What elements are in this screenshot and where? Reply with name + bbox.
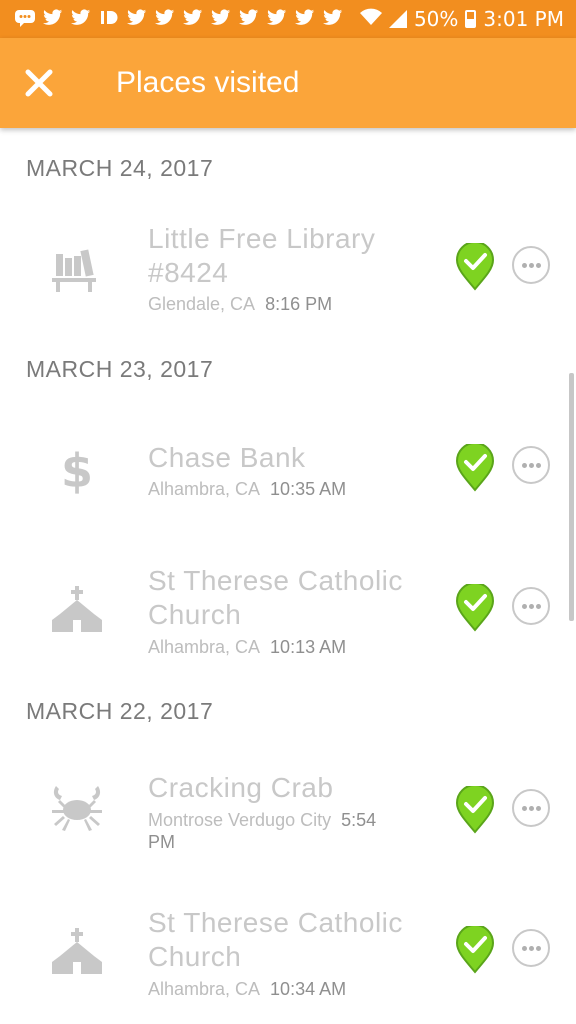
place-name-line2: Church (148, 941, 242, 972)
place-time: 5:54 (341, 810, 377, 830)
visited-check-icon[interactable] (455, 444, 495, 492)
place-meta: Alhambra, CA 10:35 AM (148, 478, 438, 500)
place-name: Chase Bank (148, 441, 438, 475)
place-name: St Therese Catholic Church (148, 564, 438, 632)
place-name: St Therese Catholic Church (148, 906, 438, 974)
place-name-line1: St Therese Catholic (148, 565, 403, 596)
date-header: MARCH 23, 2017 (26, 356, 214, 382)
notification-icons (14, 8, 344, 30)
place-meta: Alhambra, CA 10:34 AM (148, 978, 438, 1000)
twitter-icon (154, 9, 176, 29)
more-options-button[interactable] (512, 446, 550, 484)
place-time-line2: PM (148, 832, 175, 852)
place-meta: Alhambra, CA 10:13 AM (148, 636, 438, 658)
twitter-icon (126, 9, 148, 29)
twitter-icon (238, 9, 260, 29)
place-city: Alhambra, CA (148, 479, 261, 499)
message-icon (14, 9, 36, 29)
place-time: 8:16 PM (265, 294, 333, 314)
twitter-icon (294, 9, 316, 29)
visited-check-icon[interactable] (455, 584, 495, 632)
place-time: 10:34 AM (270, 979, 347, 999)
more-options-button[interactable] (512, 929, 550, 967)
twitter-icon (266, 9, 288, 29)
place-name-line1: Chase Bank (148, 442, 306, 473)
battery-icon (465, 10, 477, 28)
visited-check-icon[interactable] (455, 786, 495, 834)
visited-check-icon[interactable] (455, 243, 495, 291)
close-icon (25, 69, 53, 97)
twitter-icon (42, 9, 64, 29)
place-name-line1: Cracking Crab (148, 772, 334, 803)
place-time: 10:13 AM (270, 637, 347, 657)
twitter-icon (322, 9, 344, 29)
id-icon (98, 9, 120, 29)
place-meta: Glendale, CA 8:16 PM (148, 293, 438, 315)
clock: 3:01 PM (483, 7, 564, 31)
twitter-icon (210, 9, 232, 29)
place-city: Alhambra, CA (148, 979, 261, 999)
status-bar: 50% 3:01 PM (0, 0, 576, 38)
place-city: Glendale, CA (148, 294, 256, 314)
app-bar: Places visited (0, 38, 576, 128)
place-name-line2: #8424 (148, 257, 229, 288)
scrollbar[interactable] (569, 373, 574, 621)
place-name-line2: Church (148, 599, 242, 630)
battery-percent: 50% (413, 7, 459, 31)
church-icon (52, 586, 102, 632)
date-header: MARCH 22, 2017 (26, 698, 214, 724)
place-time: 10:35 AM (270, 479, 347, 499)
signal-icon (388, 10, 407, 28)
dollar-icon: $ (61, 444, 93, 497)
twitter-icon (70, 9, 92, 29)
place-city: Alhambra, CA (148, 637, 261, 657)
wifi-icon (359, 7, 382, 31)
place-meta: Montrose Verdugo City 5:54 PM (148, 809, 438, 853)
more-options-button[interactable] (512, 789, 550, 827)
place-name-line1: Little Free Library (148, 223, 376, 254)
date-header: MARCH 24, 2017 (26, 155, 214, 181)
place-name: Cracking Crab (148, 771, 438, 805)
place-city: Montrose Verdugo City (148, 810, 332, 830)
place-name: Little Free Library #8424 (148, 222, 438, 290)
svg-text:$: $ (61, 444, 93, 497)
church-icon (52, 928, 102, 974)
crab-icon (52, 786, 102, 831)
library-icon (52, 249, 96, 292)
close-button[interactable] (18, 62, 60, 104)
twitter-icon (182, 9, 204, 29)
visited-check-icon[interactable] (455, 926, 495, 974)
place-name-line1: St Therese Catholic (148, 907, 403, 938)
system-status: 50% 3:01 PM (359, 6, 564, 32)
page-title: Places visited (116, 66, 300, 99)
more-options-button[interactable] (512, 587, 550, 625)
more-options-button[interactable] (512, 246, 550, 284)
